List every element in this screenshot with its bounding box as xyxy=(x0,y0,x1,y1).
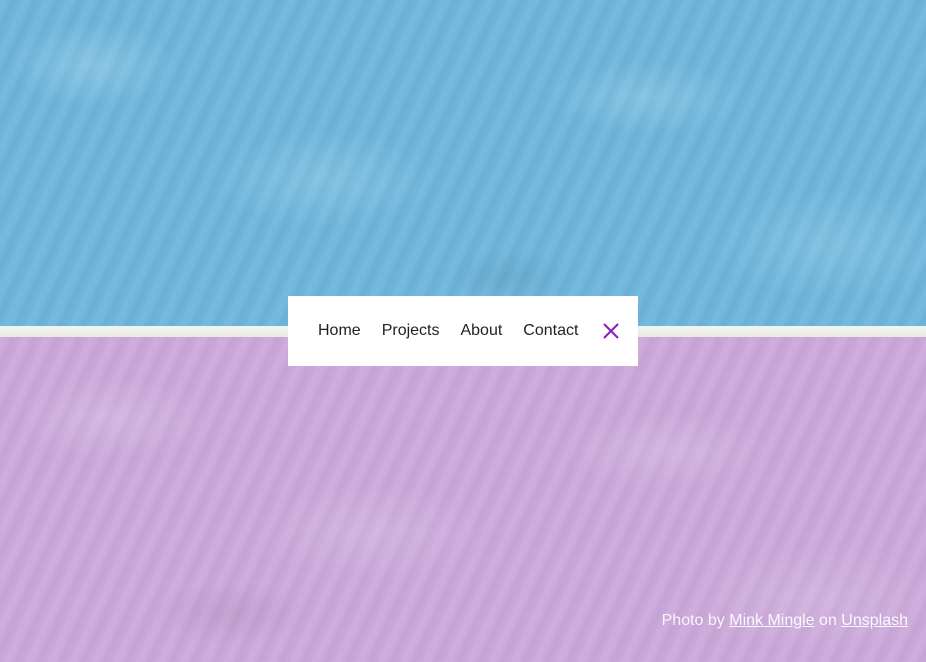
nav-link-projects[interactable]: Projects xyxy=(382,322,440,340)
credit-author-link[interactable]: Mink Mingle xyxy=(729,612,814,629)
close-menu-button[interactable] xyxy=(602,322,620,340)
water-top-half xyxy=(0,0,926,326)
credit-middle: on xyxy=(819,612,837,629)
navigation-menu: Home Projects About Contact xyxy=(288,296,638,366)
photo-credit: Photo by Mink Mingle on Unsplash xyxy=(662,612,908,630)
nav-link-about[interactable]: About xyxy=(460,322,502,340)
nav-link-home[interactable]: Home xyxy=(318,322,361,340)
credit-source-link[interactable]: Unsplash xyxy=(841,612,908,629)
close-icon xyxy=(603,323,620,339)
credit-prefix: Photo by xyxy=(661,612,725,629)
nav-link-contact[interactable]: Contact xyxy=(523,322,578,340)
